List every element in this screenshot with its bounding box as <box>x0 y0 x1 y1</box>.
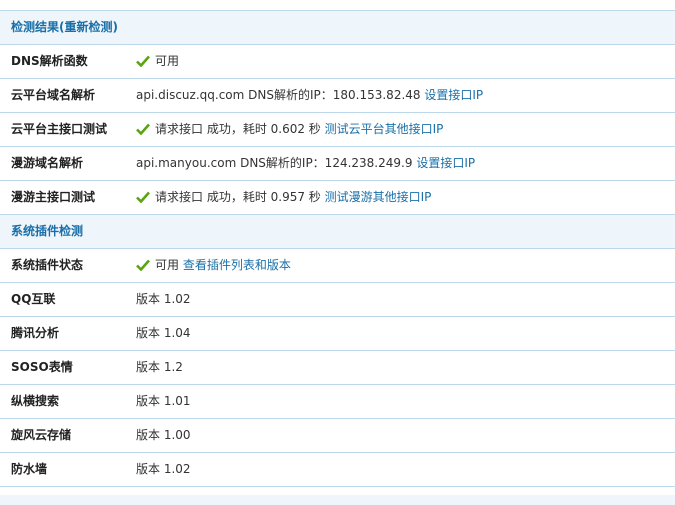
plugin-version: 版本 1.02 <box>136 462 191 476</box>
row-dns-function: DNS解析函数 可用 <box>0 44 675 78</box>
plugin-row: 腾讯分析 版本 1.04 <box>0 316 675 350</box>
plugin-name: QQ互联 <box>11 292 56 306</box>
row-label: 漫游主接口测试 <box>11 190 96 204</box>
section-title-plugin: 系统插件检测 <box>11 224 84 238</box>
test-cloud-other-ip-link[interactable]: 测试云平台其他接口IP <box>325 122 444 136</box>
row-value: 请求接口 成功，耗时 0.602 秒 测试云平台其他接口IP <box>136 113 443 146</box>
check-icon <box>136 123 150 135</box>
row-cloud-main-interface: 云平台主接口测试 请求接口 成功，耗时 0.602 秒 测试云平台其他接口IP <box>0 112 675 146</box>
row-label: 云平台域名解析 <box>11 88 96 102</box>
plugin-name: 防水墙 <box>11 462 48 476</box>
plugin-row: 旋风云存储 版本 1.00 <box>0 418 675 452</box>
dns-ip-text: api.discuz.qq.com DNS解析的IP：180.153.82.48 <box>136 88 421 102</box>
row-value: api.manyou.com DNS解析的IP：124.238.249.9 设置… <box>136 147 475 180</box>
check-icon <box>136 55 150 67</box>
section-title-detect[interactable]: 检测结果(重新检测) <box>11 11 118 44</box>
request-result-text: 请求接口 成功，耗时 0.957 秒 <box>155 190 321 204</box>
check-results-table: 检测结果(重新检测) DNS解析函数 可用 云平台域名解析 api.discuz… <box>0 10 675 487</box>
plugin-name: 旋风云存储 <box>11 428 72 442</box>
plugin-version: 版本 1.01 <box>136 394 191 408</box>
request-result-text: 请求接口 成功，耗时 0.602 秒 <box>155 122 321 136</box>
row-manyou-main-interface: 漫游主接口测试 请求接口 成功，耗时 0.957 秒 测试漫游其他接口IP <box>0 180 675 214</box>
row-manyou-domain: 漫游域名解析 api.manyou.com DNS解析的IP：124.238.2… <box>0 146 675 180</box>
plugin-version: 版本 1.04 <box>136 326 191 340</box>
dns-ip-text: api.manyou.com DNS解析的IP：124.238.249.9 <box>136 156 413 170</box>
row-value: 可用 <box>136 45 179 78</box>
section-detect-results: 检测结果(重新检测) <box>0 10 675 44</box>
plugin-row: 防水墙 版本 1.02 <box>0 452 675 487</box>
view-plugin-list-link[interactable]: 查看插件列表和版本 <box>183 258 291 272</box>
plugin-version: 版本 1.2 <box>136 360 183 374</box>
row-plugin-status: 系统插件状态 可用 查看插件列表和版本 <box>0 248 675 282</box>
check-icon <box>136 191 150 203</box>
row-label: 漫游域名解析 <box>11 156 84 170</box>
plugin-row: 纵横搜索 版本 1.01 <box>0 384 675 418</box>
row-label: 云平台主接口测试 <box>11 122 108 136</box>
row-value: 请求接口 成功，耗时 0.957 秒 测试漫游其他接口IP <box>136 181 431 214</box>
plugin-name: 腾讯分析 <box>11 326 60 340</box>
check-icon <box>136 259 150 271</box>
plugin-version: 版本 1.02 <box>136 292 191 306</box>
row-cloud-domain: 云平台域名解析 api.discuz.qq.com DNS解析的IP：180.1… <box>0 78 675 112</box>
set-interface-ip-link[interactable]: 设置接口IP <box>416 156 475 170</box>
test-manyou-other-ip-link[interactable]: 测试漫游其他接口IP <box>325 190 432 204</box>
row-value: api.discuz.qq.com DNS解析的IP：180.153.82.48… <box>136 79 483 112</box>
table-footer-band <box>0 495 675 505</box>
plugin-version: 版本 1.00 <box>136 428 191 442</box>
row-label: 系统插件状态 <box>11 258 84 272</box>
set-interface-ip-link[interactable]: 设置接口IP <box>424 88 483 102</box>
plugin-name: SOSO表情 <box>11 360 73 374</box>
plugin-name: 纵横搜索 <box>11 394 60 408</box>
status-text: 可用 <box>155 54 180 68</box>
plugin-row: SOSO表情 版本 1.2 <box>0 350 675 384</box>
row-value: 可用 查看插件列表和版本 <box>136 249 291 282</box>
row-label: DNS解析函数 <box>11 54 88 68</box>
plugin-row: QQ互联 版本 1.02 <box>0 282 675 316</box>
status-text: 可用 <box>155 258 180 272</box>
section-plugin-check: 系统插件检测 <box>0 214 675 248</box>
